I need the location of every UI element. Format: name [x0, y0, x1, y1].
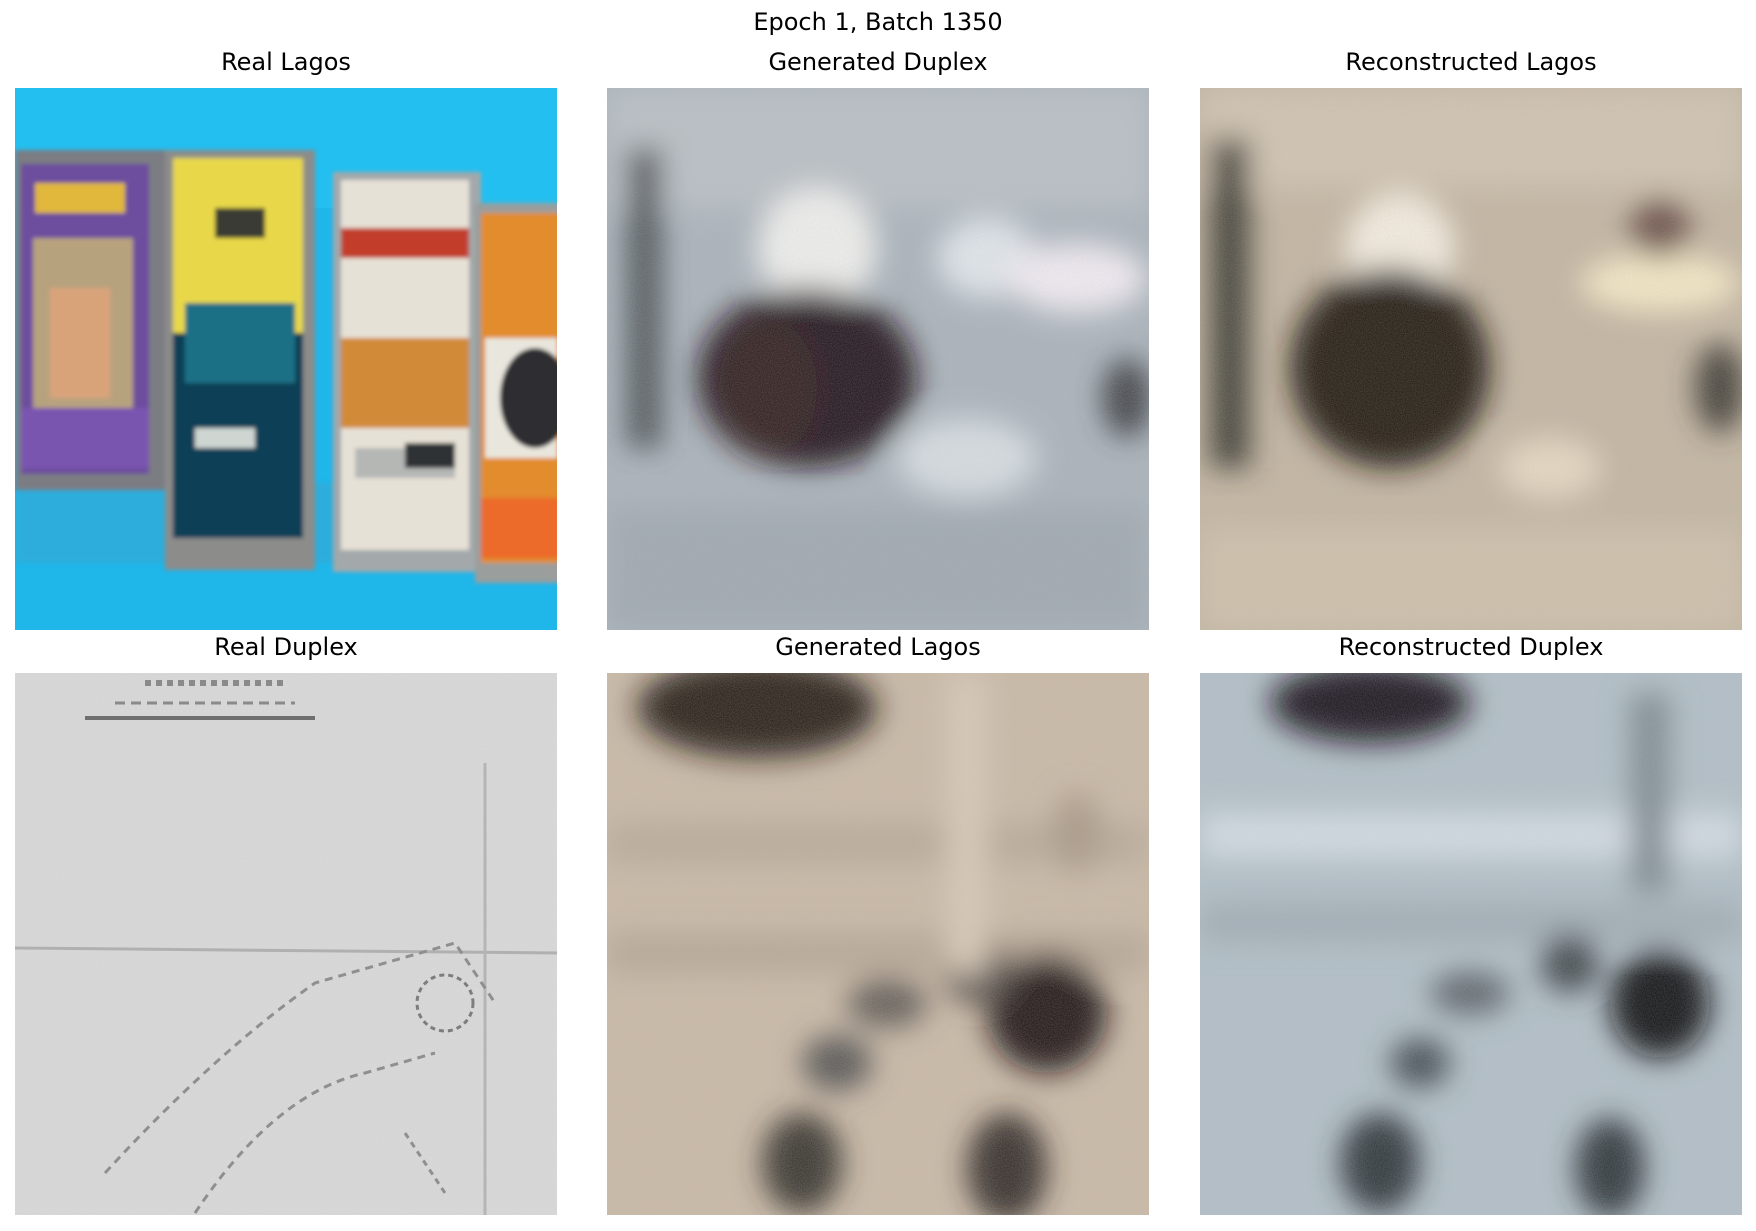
figure-title: Epoch 1, Batch 1350 [753, 8, 1003, 36]
panel-title-reconstructed-duplex: Reconstructed Duplex [1338, 633, 1604, 661]
reconstructed-lagos-image [1200, 88, 1742, 630]
panel-title-reconstructed-lagos: Reconstructed Lagos [1345, 48, 1597, 76]
reconstructed-duplex-image [1200, 673, 1742, 1215]
real-lagos-image [15, 88, 557, 630]
generated-duplex-image [607, 88, 1149, 630]
panel-title-real-duplex: Real Duplex [214, 633, 358, 661]
real-duplex-image [15, 673, 557, 1215]
panel-title-generated-lagos: Generated Lagos [775, 633, 981, 661]
panel-title-real-lagos: Real Lagos [221, 48, 351, 76]
generated-lagos-image [607, 673, 1149, 1215]
panel-title-generated-duplex: Generated Duplex [768, 48, 988, 76]
